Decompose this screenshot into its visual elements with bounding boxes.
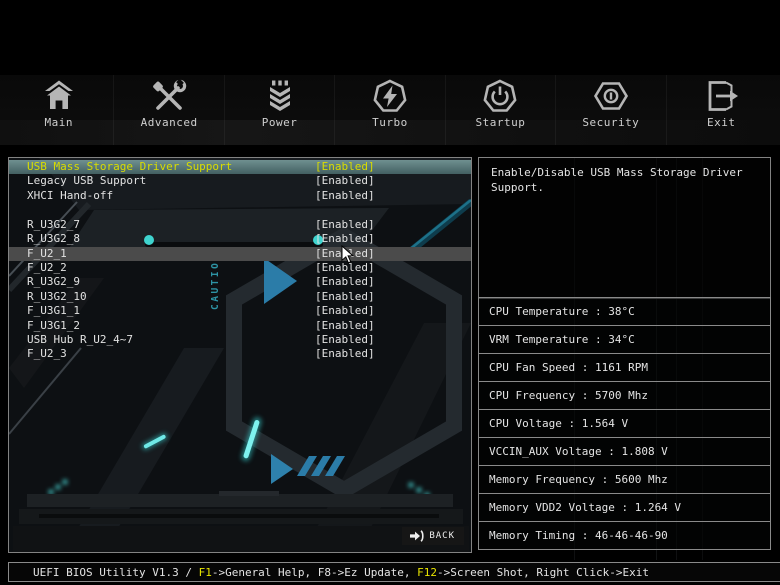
item-value: [Enabled] — [315, 246, 375, 260]
status-hotkey: F12 — [417, 565, 438, 579]
exit-icon — [701, 79, 741, 113]
list-item[interactable]: F_U3G1_2 [Enabled] — [9, 319, 471, 333]
item-label: R_U3G2_10 — [27, 289, 87, 303]
help-panel: Enable/Disable USB Mass Storage Driver S… — [478, 157, 771, 299]
back-label: BACK — [429, 531, 455, 541]
item-label: Legacy USB Support — [27, 174, 147, 188]
status-bar: UEFI BIOS Utility V1.3 / F1 ->General Hel… — [8, 562, 780, 582]
sensor-row: Memory VDD2 Voltage : 1.264 V — [478, 493, 771, 522]
item-label: F_U2_3 — [27, 347, 67, 361]
item-label: R_U3G2_9 — [27, 275, 80, 289]
settings-panel: CAUTION USB Mass Storage Driver Support … — [8, 157, 472, 553]
list-item[interactable]: R_U3G2_8 [Enabled] — [9, 232, 471, 246]
item-label: XHCI Hand-off — [27, 188, 114, 202]
item-label: F_U2_1 — [27, 246, 67, 260]
sensor-row: CPU Voltage : 1.564 V — [478, 409, 771, 438]
security-icon — [591, 79, 631, 113]
item-value: [Enabled] — [315, 160, 375, 173]
item-value: [Enabled] — [315, 347, 375, 361]
tab-exit[interactable]: Exit — [665, 75, 776, 145]
sensor-row: CPU Fan Speed : 1161 RPM — [478, 353, 771, 382]
item-label: R_U3G2_7 — [27, 217, 80, 231]
tab-power[interactable]: Power — [223, 75, 334, 145]
tab-turbo[interactable]: Turbo — [334, 75, 444, 145]
sensor-row: Memory Frequency : 5600 Mhz — [478, 465, 771, 494]
tab-label: Exit — [706, 116, 736, 129]
list-item[interactable]: R_U3G2_7 [Enabled] — [9, 218, 471, 232]
turbo-icon — [370, 79, 410, 113]
power-icon — [260, 79, 300, 113]
back-arrow-icon — [410, 530, 424, 542]
startup-icon — [480, 79, 520, 113]
item-label: USB Hub R_U2_4~7 — [27, 332, 133, 346]
tab-label: Advanced — [140, 116, 198, 129]
item-label: R_U3G2_8 — [27, 232, 80, 246]
item-value: [Enabled] — [315, 332, 375, 346]
list-item[interactable]: USB Hub R_U2_4~7 [Enabled] — [9, 333, 471, 347]
status-text: ->General Help, F8->Ez Update, — [211, 565, 418, 579]
tab-label: Power — [261, 116, 298, 129]
item-label: F_U3G1_1 — [27, 304, 80, 318]
bios-screen: Main Advanced Power Turbo Startup Securi… — [0, 0, 780, 585]
sensor-row: Memory Timing : 46-46-46-90 — [478, 521, 771, 550]
tab-advanced[interactable]: Advanced — [113, 75, 223, 145]
sensor-row: CPU Temperature : 38°C — [478, 297, 771, 326]
item-label: F_U3G1_2 — [27, 318, 80, 332]
item-value: [Enabled] — [315, 174, 375, 188]
item-value: [Enabled] — [315, 217, 375, 231]
home-icon — [39, 79, 79, 113]
tab-startup[interactable]: Startup — [444, 75, 555, 145]
item-value: [Enabled] — [315, 260, 375, 274]
sensor-row: VRM Temperature : 34°C — [478, 325, 771, 354]
tab-label: Security — [582, 116, 640, 129]
tab-label: Startup — [475, 116, 526, 129]
item-value: [Enabled] — [315, 188, 375, 202]
list-item[interactable]: R_U3G2_10 [Enabled] — [9, 290, 471, 304]
list-item[interactable]: F_U2_2 [Enabled] — [9, 261, 471, 275]
help-text: Enable/Disable USB Mass Storage Driver S… — [491, 166, 743, 194]
item-value: [Enabled] — [315, 304, 375, 318]
list-item[interactable]: F_U2_1 [Enabled] — [9, 246, 471, 261]
status-text: UEFI BIOS Utility V1.3 / — [33, 565, 199, 579]
tab-label: Main — [44, 116, 73, 129]
sensor-row: CPU Frequency : 5700 Mhz — [478, 381, 771, 410]
status-hotkey: F1 — [198, 565, 212, 579]
list-item[interactable]: F_U3G1_1 [Enabled] — [9, 304, 471, 318]
list-item[interactable]: USB Mass Storage Driver Support [Enabled] — [9, 160, 471, 175]
list-item[interactable]: XHCI Hand-off [Enabled] — [9, 189, 471, 203]
tab-label: Turbo — [372, 116, 408, 129]
top-nav: Main Advanced Power Turbo Startup Securi… — [0, 75, 780, 145]
sensor-row: VCCIN_AUX Voltage : 1.808 V — [478, 437, 771, 466]
status-text: ->Screen Shot, Right Click->Exit — [437, 565, 649, 579]
item-label: F_U2_2 — [27, 260, 67, 274]
item-value: [Enabled] — [315, 232, 375, 246]
back-button[interactable]: BACK — [402, 527, 464, 545]
sensor-stack: CPU Temperature : 38°C VRM Temperature : … — [478, 297, 771, 550]
list-item[interactable]: R_U3G2_9 [Enabled] — [9, 275, 471, 289]
nav-tabs: Main Advanced Power Turbo Startup Securi… — [4, 75, 776, 145]
tools-icon — [149, 79, 189, 113]
item-value: [Enabled] — [315, 289, 375, 303]
list-item[interactable]: F_U2_3 [Enabled] — [9, 347, 471, 361]
item-value: [Enabled] — [315, 318, 375, 332]
item-label: USB Mass Storage Driver Support — [27, 160, 233, 173]
settings-rows: USB Mass Storage Driver Support [Enabled]… — [9, 160, 471, 362]
list-item[interactable]: Legacy USB Support [Enabled] — [9, 174, 471, 188]
tab-security[interactable]: Security — [555, 75, 665, 145]
item-value: [Enabled] — [315, 275, 375, 289]
tab-main[interactable]: Main — [4, 75, 113, 145]
